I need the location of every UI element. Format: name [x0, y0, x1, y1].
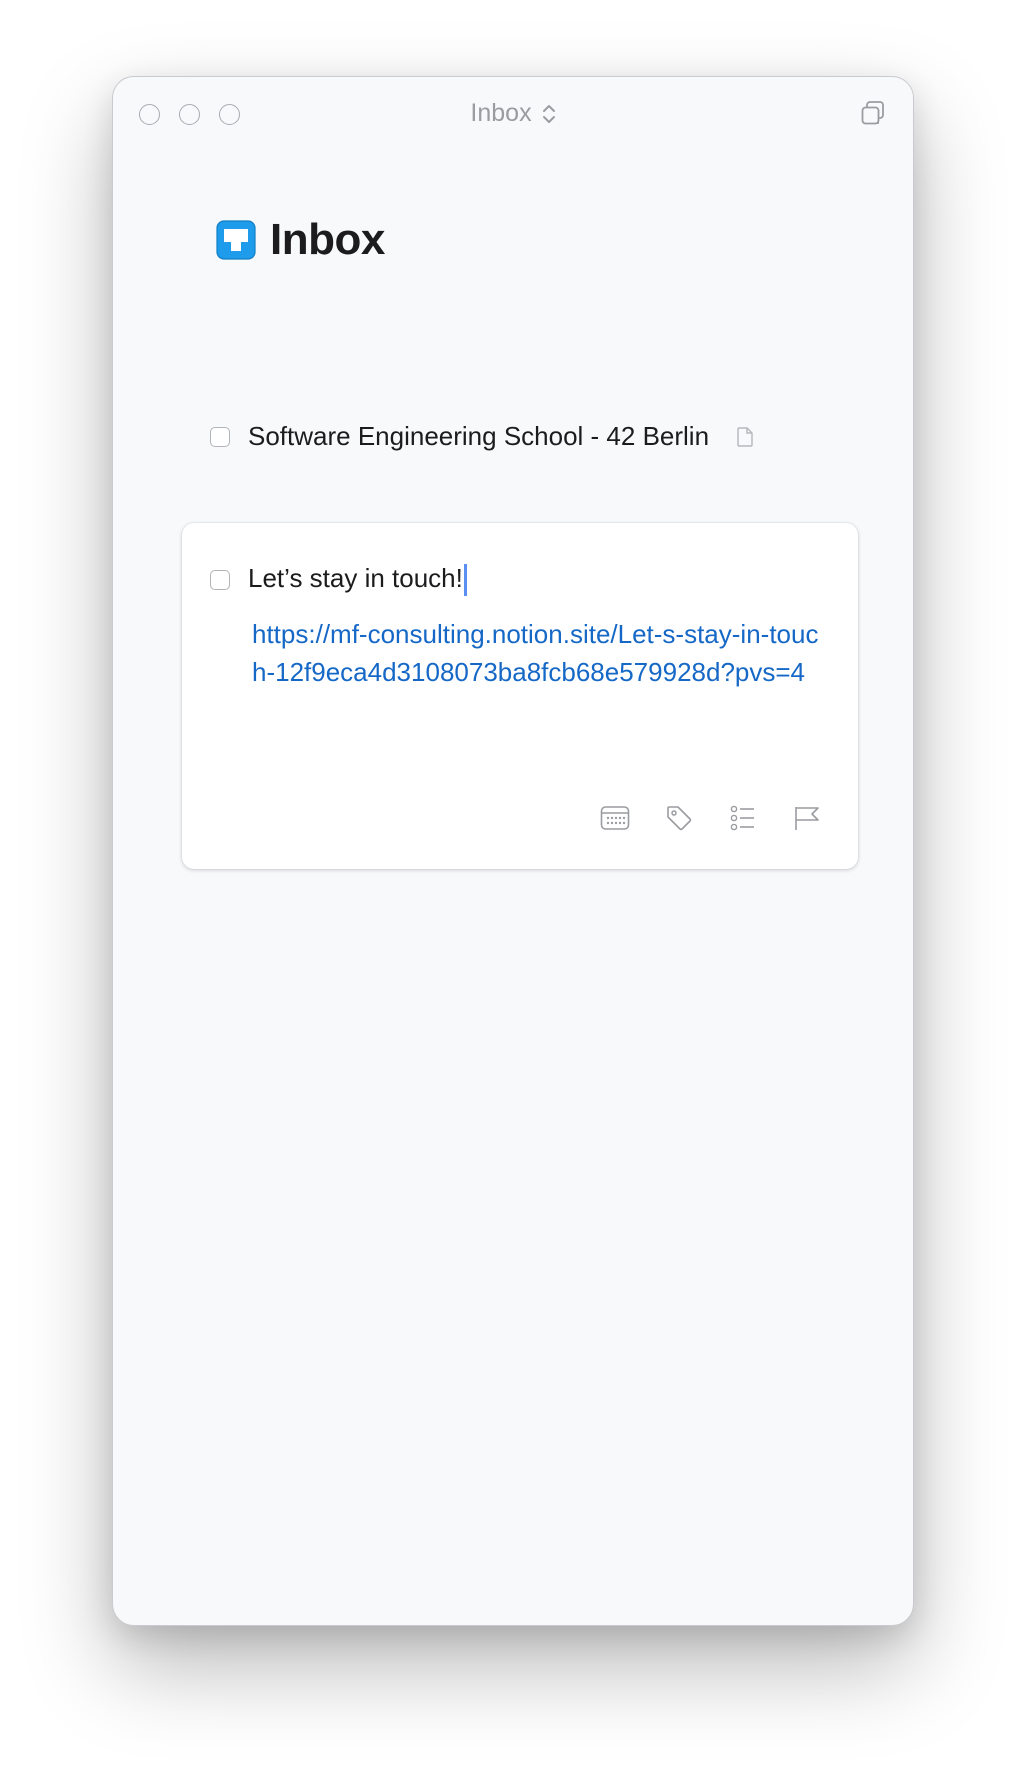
task-title-field[interactable]: Let’s stay in touch!: [248, 563, 467, 597]
task-editor-card: Let’s stay in touch! https://mf-consulti…: [182, 523, 858, 869]
inbox-tray-icon: [216, 220, 256, 260]
window-title-switcher[interactable]: Inbox: [470, 99, 555, 128]
window-title: Inbox: [470, 99, 532, 127]
task-checkbox[interactable]: [210, 426, 230, 447]
text-caret: [463, 564, 467, 597]
app-window: Inbox Inbox Software Engineering School …: [112, 76, 914, 1626]
task-notes-link[interactable]: https://mf-consulting.notion.site/Let-s-…: [252, 615, 822, 691]
checklist-icon: [730, 805, 754, 831]
chevron-up-down-icon: [542, 104, 555, 123]
task-checkbox[interactable]: [210, 569, 230, 590]
checklist-button[interactable]: [726, 801, 760, 835]
title-bar: Inbox: [113, 77, 913, 149]
task-title-input[interactable]: Let’s stay in touch!: [248, 563, 463, 593]
note-icon: [737, 426, 753, 447]
new-window-icon[interactable]: [859, 99, 887, 127]
tag-icon: [667, 806, 692, 831]
task-row[interactable]: Software Engineering School - 42 Berlin: [210, 421, 753, 452]
calendar-icon: [600, 806, 630, 830]
page-heading: Inbox: [216, 215, 385, 265]
task-title[interactable]: Software Engineering School - 42 Berlin: [248, 421, 709, 452]
flag-icon: [795, 807, 819, 830]
page-title: Inbox: [270, 215, 385, 264]
task-editor-row: Let’s stay in touch!: [210, 563, 467, 597]
when-button[interactable]: [598, 801, 632, 835]
deadline-button[interactable]: [790, 801, 824, 835]
task-action-bar: [598, 801, 824, 835]
tags-button[interactable]: [662, 801, 696, 835]
